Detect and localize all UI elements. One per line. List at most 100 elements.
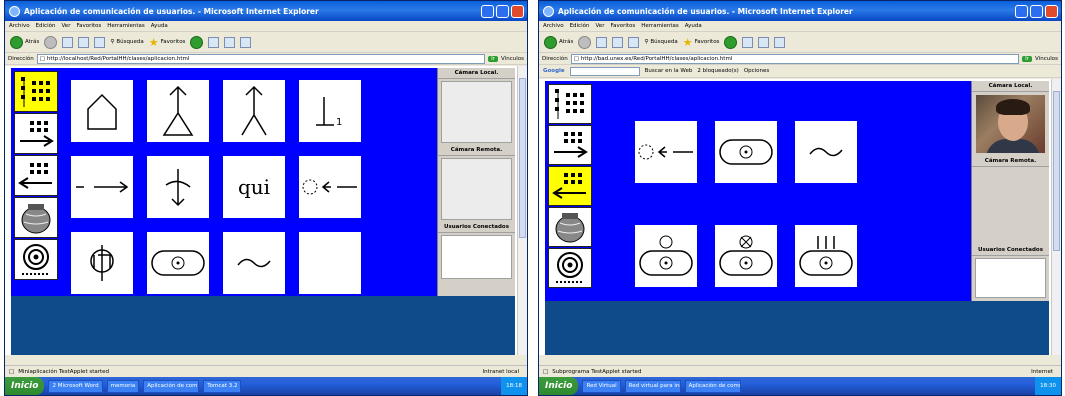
taskbar-item-memoria[interactable]: memoria — [106, 379, 140, 393]
sidebar-button-target[interactable] — [548, 248, 592, 288]
sidebar-button-grid-selected[interactable] — [14, 71, 58, 112]
menu-edicion[interactable]: Edición — [570, 23, 590, 29]
address-input[interactable]: □ http://localhost/Red/PortalHH/clases/ap… — [36, 53, 486, 64]
symbol-card-wave[interactable] — [223, 232, 285, 294]
symbol-card-circle-arrow[interactable] — [299, 156, 361, 218]
print-icon[interactable] — [224, 36, 236, 48]
vertical-scrollbar[interactable] — [517, 66, 527, 355]
menu-edicion[interactable]: Edición — [36, 23, 56, 29]
scrollbar-thumb[interactable] — [1053, 91, 1060, 251]
start-button[interactable]: Inicio — [5, 377, 45, 395]
symbol-card-wave[interactable] — [795, 121, 857, 183]
symbol-card-qui[interactable]: qui — [223, 156, 285, 218]
menu-ayuda[interactable]: Ayuda — [151, 23, 168, 29]
stop-icon[interactable] — [596, 36, 608, 48]
stop-icon[interactable] — [62, 36, 74, 48]
sidebar-button-grid[interactable] — [548, 84, 592, 124]
sidebar-button-jar[interactable] — [548, 207, 592, 247]
local-camera-title: Cámara Local. — [438, 68, 515, 79]
symbol-card-person[interactable] — [223, 80, 285, 142]
links-label[interactable]: Vínculos — [501, 56, 524, 62]
sidebar-button-jar[interactable] — [14, 197, 58, 238]
forward-button[interactable] — [44, 35, 58, 49]
go-button[interactable]: Ir — [488, 55, 498, 62]
symbol-card-circle-cross[interactable] — [71, 232, 133, 294]
home-icon[interactable] — [628, 36, 640, 48]
taskbar-item-aplicacion[interactable]: Aplicación de comuni... — [143, 379, 200, 393]
connected-users-list[interactable] — [441, 235, 512, 279]
browser-toolbar: Atrás ⚲ Búsqueda ★ Favoritos — [5, 32, 527, 53]
menu-favoritos[interactable]: Favoritos — [76, 23, 101, 29]
menu-ver[interactable]: Ver — [61, 23, 70, 29]
page-bottom-band — [11, 296, 515, 355]
connected-users-title: Usuarios Conectados — [972, 245, 1049, 256]
home-icon[interactable] — [94, 36, 106, 48]
favorites-button[interactable]: ★ Favoritos — [149, 37, 186, 48]
search-button[interactable]: ⚲ Búsqueda — [644, 39, 677, 45]
favorites-button[interactable]: ★ Favoritos — [683, 37, 720, 48]
vertical-scrollbar[interactable] — [1051, 79, 1061, 355]
popup-blocked-label[interactable]: 2 bloqueado(s) — [697, 68, 738, 74]
sidebar-button-forward[interactable] — [14, 113, 58, 154]
symbol-card-capsule[interactable] — [147, 232, 209, 294]
mail-icon[interactable] — [208, 36, 220, 48]
menu-ver[interactable]: Ver — [595, 23, 604, 29]
menu-favoritos[interactable]: Favoritos — [610, 23, 635, 29]
menu-herramientas[interactable]: Herramientas — [107, 23, 144, 29]
symbol-card-empty[interactable] — [299, 232, 361, 294]
sidebar-button-back[interactable] — [14, 155, 58, 196]
taskbar-item-aplicacion[interactable]: Aplicación de comuni... — [684, 379, 741, 393]
symbol-card-base-one[interactable]: 1 — [299, 80, 361, 142]
taskbar-item-tomcat[interactable]: Tomcat 3.2 — [203, 379, 242, 393]
back-arrow-icon — [10, 35, 23, 49]
symbol-card-house[interactable] — [71, 80, 133, 142]
maximize-button[interactable] — [1030, 4, 1043, 18]
symbol-card-capsule-circle[interactable] — [635, 225, 697, 287]
google-options-button[interactable]: Opciones — [744, 68, 769, 74]
webcam-person-hair — [996, 99, 1030, 115]
close-button[interactable] — [1045, 4, 1058, 18]
scrollbar-thumb[interactable] — [519, 78, 526, 238]
sidebar-button-target[interactable] — [14, 239, 58, 280]
links-label[interactable]: Vínculos — [1035, 56, 1058, 62]
back-button[interactable]: Atrás — [10, 35, 39, 49]
symbol-card-circle-arrow[interactable] — [635, 121, 697, 183]
history-icon[interactable] — [724, 35, 738, 49]
folder-icon[interactable] — [774, 36, 786, 48]
sidebar-button-forward[interactable] — [548, 125, 592, 165]
start-button[interactable]: Inicio — [539, 377, 579, 395]
symbol-card-capsule-cross[interactable] — [715, 225, 777, 287]
mail-icon[interactable] — [742, 36, 754, 48]
symbol-card-capsule[interactable] — [715, 121, 777, 183]
menu-ayuda[interactable]: Ayuda — [685, 23, 702, 29]
google-search-button[interactable]: Buscar en la Web — [645, 68, 693, 74]
forward-button[interactable] — [578, 35, 592, 49]
folder-icon[interactable] — [240, 36, 252, 48]
search-button[interactable]: ⚲ Búsqueda — [110, 39, 143, 45]
close-button[interactable] — [511, 4, 524, 18]
go-button[interactable]: Ir — [1022, 55, 1032, 62]
google-search-input[interactable] — [569, 66, 640, 76]
refresh-icon[interactable] — [612, 36, 624, 48]
menu-herramientas[interactable]: Herramientas — [641, 23, 678, 29]
sidebar-button-back-selected[interactable] — [548, 166, 592, 206]
maximize-button[interactable] — [496, 4, 509, 18]
menu-archivo[interactable]: Archivo — [9, 23, 30, 29]
connected-users-list[interactable] — [975, 258, 1046, 298]
menu-archivo[interactable]: Archivo — [543, 23, 564, 29]
refresh-icon[interactable] — [78, 36, 90, 48]
symbol-card-arrow-right[interactable] — [71, 156, 133, 218]
symbol-card-person-triangle[interactable] — [147, 80, 209, 142]
symbol-card-capsule-lines[interactable] — [795, 225, 857, 287]
minimize-button[interactable] — [481, 4, 494, 18]
back-button[interactable]: Atrás — [544, 35, 573, 49]
taskbar-item-word[interactable]: 2 Microsoft Word — [48, 379, 103, 393]
house-outline-icon — [87, 93, 117, 130]
address-input[interactable]: □ http://bad.unex.es/Red/PortalHH/clases/… — [570, 53, 1020, 64]
taskbar-item-red-virtual[interactable]: Red Virtual — [582, 379, 621, 393]
symbol-card-down-cross[interactable] — [147, 156, 209, 218]
minimize-button[interactable] — [1015, 4, 1028, 18]
taskbar-item-red-virtual-inco[interactable]: Red virtual para inco... — [624, 379, 681, 393]
print-icon[interactable] — [758, 36, 770, 48]
history-icon[interactable] — [190, 35, 204, 49]
